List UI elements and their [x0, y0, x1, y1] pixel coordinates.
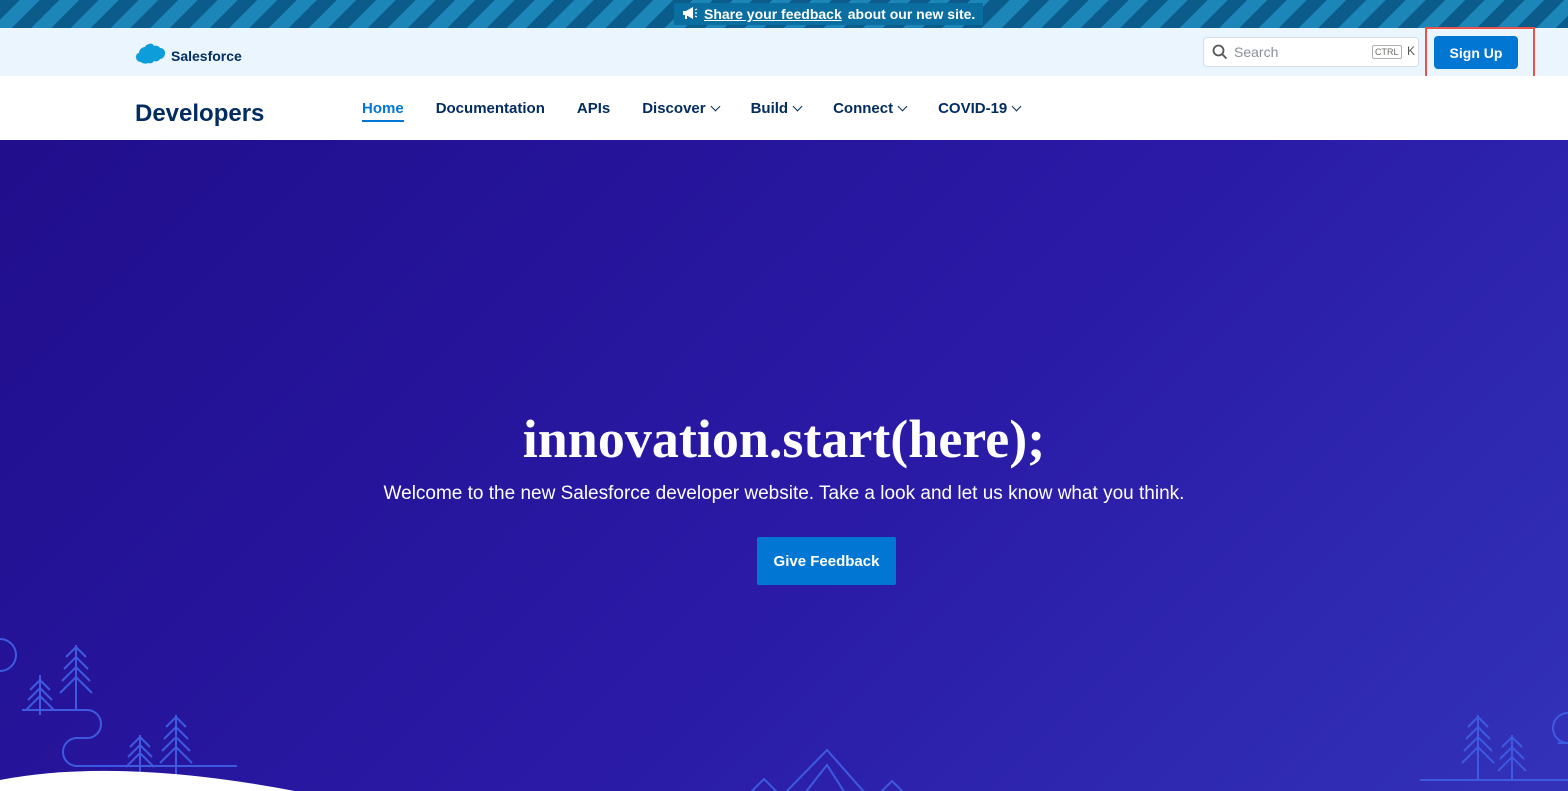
nav-item-home[interactable]: Home [362, 100, 404, 122]
shortcut-k-key: K [1407, 44, 1416, 58]
nav-item-apis[interactable]: APIs [577, 100, 610, 117]
brand-name: Salesforce [171, 47, 242, 64]
nav-label: Discover [642, 100, 706, 117]
nav-label: Home [362, 100, 404, 117]
salesforce-brand[interactable]: Salesforce [135, 42, 242, 69]
hero-subtitle: Welcome to the new Salesforce developer … [383, 483, 1185, 504]
nav-label: COVID-19 [938, 100, 1008, 117]
nav-label: Connect [833, 100, 894, 117]
banner-text: about our new site. [847, 6, 976, 22]
primary-nav: Home Documentation APIs Discover Build C… [362, 100, 1052, 122]
feedback-banner: Share your feedback about our new site. [0, 0, 1568, 28]
chevron-down-icon [710, 101, 721, 112]
top-bar: Salesforce CTRL K [0, 28, 1568, 76]
nav-label: Documentation [435, 100, 545, 117]
chevron-down-icon [792, 101, 803, 112]
nav-label: Build [750, 100, 789, 117]
chevron-down-icon [1011, 101, 1022, 112]
share-feedback-link[interactable]: Share your feedback [704, 6, 842, 22]
nav-item-build[interactable]: Build [750, 100, 803, 117]
chevron-down-icon [897, 101, 908, 112]
search-icon [1212, 44, 1228, 65]
trees-illustration-right [1420, 712, 1568, 781]
search-box[interactable]: CTRL K [1203, 37, 1419, 67]
nav-label: APIs [576, 100, 611, 117]
white-wave-shape [0, 770, 295, 791]
mountain-illustration [750, 748, 904, 791]
main-navbar: Developers Home Documentation APIs Disco… [0, 76, 1568, 140]
nav-item-connect[interactable]: Connect [833, 100, 908, 117]
feedback-banner-content: Share your feedback about our new site. [674, 3, 984, 25]
search-input[interactable] [1234, 44, 1364, 60]
shortcut-ctrl-key: CTRL [1372, 45, 1402, 59]
give-feedback-button[interactable]: Give Feedback [757, 537, 896, 585]
nav-item-documentation[interactable]: Documentation [436, 100, 545, 117]
megaphone-icon [682, 6, 698, 23]
nav-item-discover[interactable]: Discover [642, 100, 721, 117]
annotation-highlight-box [1425, 27, 1535, 81]
site-title[interactable]: Developers [135, 100, 264, 128]
salesforce-cloud-icon [135, 42, 165, 69]
nav-item-covid-19[interactable]: COVID-19 [938, 100, 1022, 117]
hero-section: innovation.start(here); Welcome to the n… [0, 140, 1568, 791]
hero-title: innovation.start(here); [522, 409, 1046, 469]
